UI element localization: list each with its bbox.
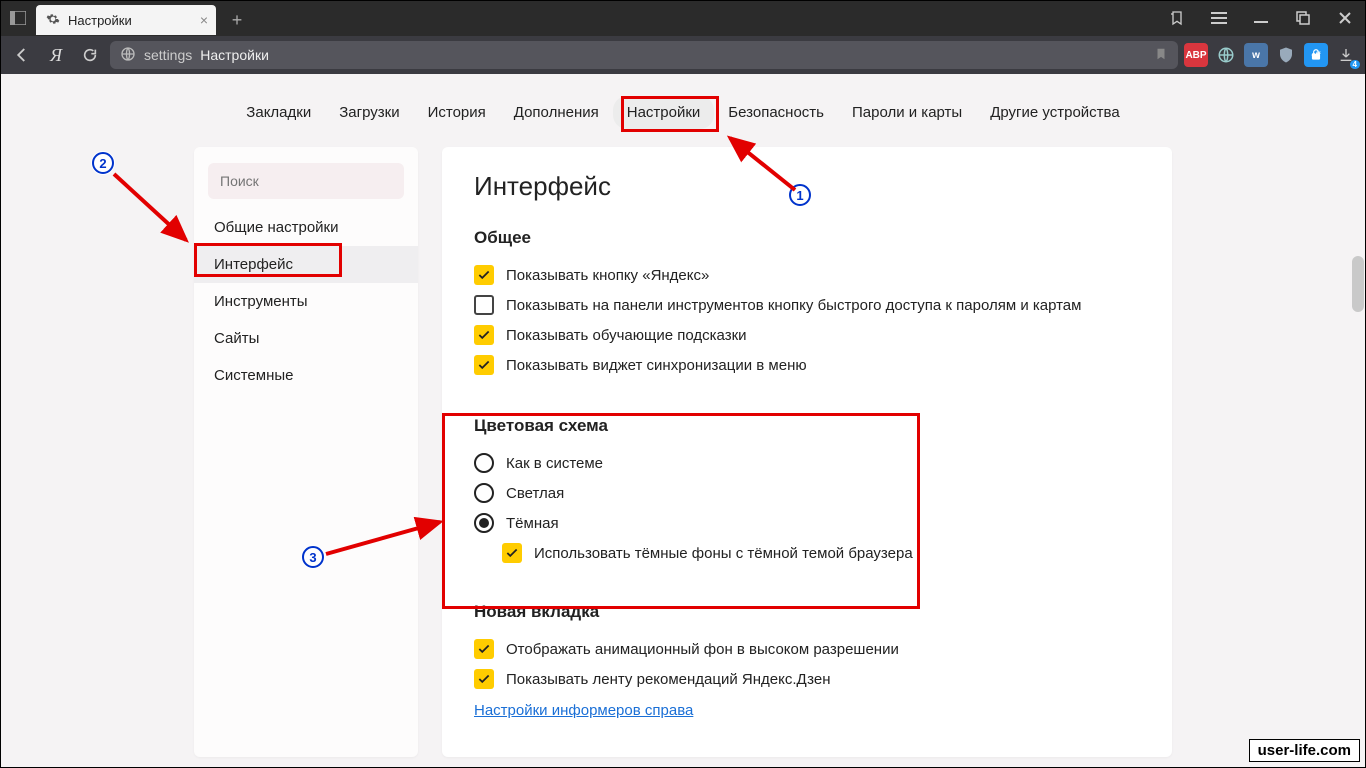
watermark: user-life.com	[1249, 739, 1360, 762]
newtab-label-0: Отображать анимационный фон в высоком ра…	[506, 641, 899, 658]
topnav-5[interactable]: Безопасность	[714, 96, 838, 129]
side-panel-toggle-icon[interactable]	[0, 0, 36, 36]
new-tab-button[interactable]: +	[222, 5, 252, 35]
vk-icon[interactable]: w	[1244, 43, 1268, 67]
general-label-3: Показывать виджет синхронизации в меню	[506, 357, 807, 374]
close-icon[interactable]: ×	[200, 12, 208, 28]
annotation-box-2	[194, 243, 342, 277]
minimize-icon[interactable]	[1240, 0, 1282, 36]
section-general-title: Общее	[474, 228, 1140, 248]
checkbox-off[interactable]	[474, 295, 494, 315]
topnav-2[interactable]: История	[414, 96, 500, 129]
general-label-0: Показывать кнопку «Яндекс»	[506, 267, 709, 284]
sidebar-item-0[interactable]: Общие настройки	[194, 209, 418, 246]
topnav-3[interactable]: Дополнения	[500, 96, 613, 129]
topnav-7[interactable]: Другие устройства	[976, 96, 1133, 129]
general-label-1: Показывать на панели инструментов кнопку…	[506, 297, 1081, 314]
menu-icon[interactable]	[1198, 0, 1240, 36]
titlebar: Настройки × +	[0, 0, 1366, 36]
sidebar-item-4[interactable]: Системные	[194, 357, 418, 394]
globe-extension-icon[interactable]	[1214, 43, 1238, 67]
checkbox-on[interactable]	[474, 265, 494, 285]
informers-link[interactable]: Настройки информеров справа	[474, 694, 693, 727]
checkbox-on[interactable]	[474, 669, 494, 689]
address-text: Настройки	[200, 47, 269, 63]
annotation-arrow-3	[320, 510, 450, 560]
yandex-home-icon[interactable]: Я	[42, 41, 70, 69]
newtab-row-1: Показывать ленту рекомендаций Яндекс.Дзе…	[474, 664, 1140, 694]
newtab-label-1: Показывать ленту рекомендаций Яндекс.Дзе…	[506, 671, 831, 688]
address-bar[interactable]: settings Настройки	[110, 41, 1178, 69]
checkbox-on[interactable]	[474, 639, 494, 659]
topnav-0[interactable]: Закладки	[232, 96, 325, 129]
password-manager-icon[interactable]: off	[1304, 43, 1328, 67]
general-row-3: Показывать виджет синхронизации в меню	[474, 350, 1140, 380]
adblock-icon[interactable]: ABP	[1184, 43, 1208, 67]
annotation-box-1	[621, 96, 719, 132]
close-window-icon[interactable]	[1324, 0, 1366, 36]
reload-icon[interactable]	[76, 41, 104, 69]
checkbox-on[interactable]	[474, 325, 494, 345]
annotation-arrow-1	[720, 130, 800, 200]
gear-icon	[46, 12, 60, 29]
maximize-icon[interactable]	[1282, 0, 1324, 36]
downloads-badge: 4	[1350, 60, 1360, 69]
general-row-0: Показывать кнопку «Яндекс»	[474, 260, 1140, 290]
sidebar-item-2[interactable]: Инструменты	[194, 283, 418, 320]
browser-tab[interactable]: Настройки ×	[36, 5, 216, 35]
topnav-6[interactable]: Пароли и карты	[838, 96, 976, 129]
topnav-1[interactable]: Загрузки	[325, 96, 413, 129]
collections-icon[interactable]	[1156, 0, 1198, 36]
back-icon[interactable]	[8, 41, 36, 69]
scrollbar-thumb[interactable]	[1352, 256, 1364, 312]
general-row-2: Показывать обучающие подсказки	[474, 320, 1140, 350]
downloads-icon[interactable]: 4	[1334, 43, 1358, 67]
general-label-2: Показывать обучающие подсказки	[506, 327, 747, 344]
extensions: ABP w off 4	[1184, 43, 1358, 67]
address-prefix: settings	[144, 47, 192, 63]
annotation-box-3	[442, 413, 920, 609]
annotation-arrow-2	[108, 168, 198, 248]
search-input[interactable]	[208, 163, 404, 199]
newtab-row-0: Отображать анимационный фон в высоком ра…	[474, 634, 1140, 664]
navbar: Я settings Настройки ABP w off 4	[0, 36, 1366, 74]
bookmark-icon[interactable]	[1154, 46, 1168, 65]
settings-sidebar: Общие настройкиИнтерфейсИнструментыСайты…	[194, 147, 418, 757]
general-row-1: Показывать на панели инструментов кнопку…	[474, 290, 1140, 320]
checkbox-on[interactable]	[474, 355, 494, 375]
sidebar-item-3[interactable]: Сайты	[194, 320, 418, 357]
site-info-icon[interactable]	[120, 46, 136, 65]
protect-icon[interactable]	[1274, 43, 1298, 67]
tab-title: Настройки	[68, 13, 132, 28]
